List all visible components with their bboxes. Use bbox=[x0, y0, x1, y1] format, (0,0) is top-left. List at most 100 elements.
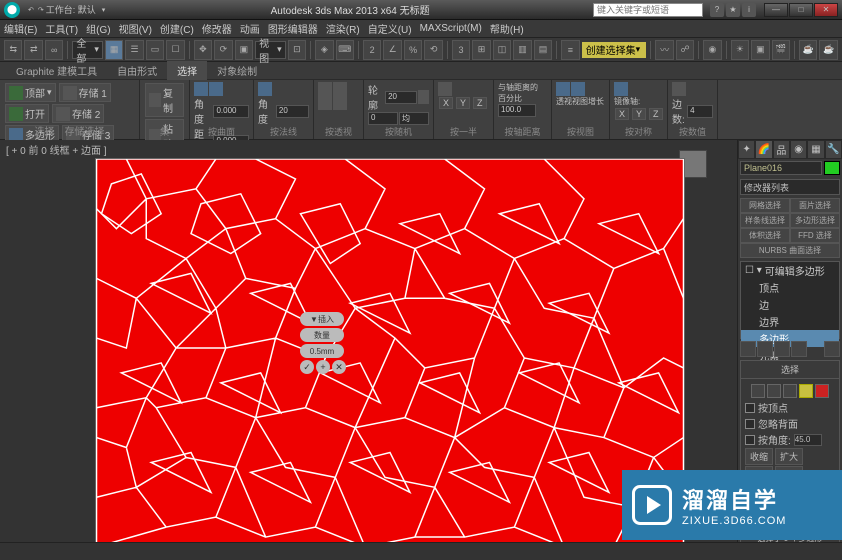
keymode-icon[interactable]: ⌨ bbox=[336, 40, 354, 60]
tab-motion-icon[interactable]: ◉ bbox=[790, 140, 807, 159]
by-angle-checkbox[interactable] bbox=[745, 435, 755, 445]
array-icon[interactable]: ▥ bbox=[513, 40, 531, 60]
snap3-icon[interactable]: 3 bbox=[452, 40, 470, 60]
caddy-cancel-icon[interactable]: ✕ bbox=[332, 360, 346, 374]
refcoord-combo[interactable]: 视图 ▾ bbox=[255, 41, 285, 59]
schematic-icon[interactable]: ☍ bbox=[676, 40, 694, 60]
menu-animation[interactable]: 动画 bbox=[240, 21, 260, 36]
copy-button[interactable]: 复制 bbox=[145, 83, 184, 117]
snap-angle-icon[interactable]: ∠ bbox=[383, 40, 401, 60]
menu-modifiers[interactable]: 修改器 bbox=[202, 21, 232, 36]
snap-spinner-icon[interactable]: ⟲ bbox=[424, 40, 442, 60]
configure-icon[interactable] bbox=[824, 341, 840, 357]
ignore-backfaces-checkbox[interactable] bbox=[745, 419, 755, 429]
unlink-icon[interactable]: ⇄ bbox=[24, 40, 42, 60]
caddy-mode[interactable]: 数量 bbox=[300, 328, 344, 342]
subobj-edge-icon[interactable] bbox=[767, 384, 781, 398]
subobj-polygon-icon[interactable] bbox=[799, 384, 813, 398]
align-icon[interactable]: ⊞ bbox=[472, 40, 490, 60]
norm-angle-spinner[interactable]: 20 bbox=[276, 105, 309, 118]
caddy-ok-icon[interactable]: ✓ bbox=[300, 360, 314, 374]
tab-selection[interactable]: 选择 bbox=[167, 61, 207, 80]
stack-editable-poly[interactable]: ☐ ▾ 可编辑多边形 bbox=[741, 262, 839, 279]
render-frame-icon[interactable]: ▣ bbox=[751, 40, 769, 60]
by-vertex-checkbox[interactable] bbox=[745, 403, 755, 413]
qa-redo-icon[interactable]: ↷ bbox=[38, 6, 44, 14]
tab-graphite[interactable]: Graphite 建模工具 bbox=[6, 61, 107, 80]
menu-custom[interactable]: 自定义(U) bbox=[368, 21, 412, 36]
mod-spline[interactable]: 样条线选择 bbox=[740, 213, 790, 228]
tab-modify-icon[interactable]: 🌈 bbox=[755, 140, 772, 159]
half-x[interactable]: X bbox=[439, 97, 453, 109]
tab-display-icon[interactable]: ▦ bbox=[807, 140, 824, 159]
stack-vertex[interactable]: 顶点 bbox=[741, 279, 839, 296]
rotate-icon[interactable]: ⟳ bbox=[214, 40, 232, 60]
subobj-element-icon[interactable] bbox=[815, 384, 829, 398]
mod-ffd[interactable]: FFD 选择 bbox=[790, 228, 840, 243]
caddy-label[interactable]: ▼插入 bbox=[300, 312, 344, 326]
menu-edit[interactable]: 编辑(E) bbox=[4, 21, 37, 36]
named-selection-combo[interactable]: 创建选择集 ▾ bbox=[582, 42, 647, 58]
curve-editor-icon[interactable]: 〰 bbox=[655, 40, 673, 60]
rand-spinner[interactable]: 20 bbox=[385, 91, 417, 104]
edges-spinner[interactable]: 4 bbox=[687, 105, 713, 118]
pin-stack-icon[interactable] bbox=[740, 341, 756, 357]
filter-combo[interactable]: 全部 ▾ bbox=[72, 41, 102, 59]
teapot-icon[interactable]: ☕ bbox=[799, 40, 817, 60]
viewport-caddy[interactable]: ▼插入 数量 0.5mm ✓ + ✕ bbox=[300, 310, 346, 374]
remove-mod-icon[interactable] bbox=[791, 341, 807, 357]
select-name-icon[interactable]: ☰ bbox=[125, 40, 143, 60]
sym-y[interactable]: Y bbox=[632, 108, 646, 120]
layers-icon[interactable]: ≡ bbox=[561, 40, 579, 60]
shrink-button[interactable]: 收缩 bbox=[745, 448, 773, 465]
help-icon[interactable]: ? bbox=[710, 3, 724, 17]
menu-create[interactable]: 创建(C) bbox=[160, 21, 194, 36]
window-crossing-icon[interactable]: ☐ bbox=[166, 40, 184, 60]
chevron-down-icon[interactable]: ▾ bbox=[102, 6, 106, 14]
caddy-apply-icon[interactable]: + bbox=[316, 360, 330, 374]
mod-patch[interactable]: 面片选择 bbox=[790, 198, 840, 213]
modifier-stack[interactable]: ☐ ▾ 可编辑多边形 顶点 边 边界 多边形 元素 bbox=[740, 261, 840, 339]
help-search-input[interactable] bbox=[593, 3, 703, 17]
mod-nurbs[interactable]: NURBS 曲面选择 bbox=[740, 243, 840, 258]
tab-utilities-icon[interactable]: 🔧 bbox=[825, 140, 842, 159]
subobj-border-icon[interactable] bbox=[783, 384, 797, 398]
half-y[interactable]: Y bbox=[456, 97, 470, 109]
maximize-button[interactable]: □ bbox=[789, 3, 813, 17]
half-z[interactable]: Z bbox=[473, 97, 487, 109]
object-name-field[interactable]: Plane016 bbox=[740, 161, 822, 175]
mod-vol[interactable]: 体积选择 bbox=[740, 228, 790, 243]
mirror-icon[interactable]: ◫ bbox=[493, 40, 511, 60]
store1-button[interactable]: 存储 1 bbox=[59, 83, 111, 102]
render-setup-icon[interactable]: ☀ bbox=[731, 40, 749, 60]
modifier-list-combo[interactable]: 修改器列表 bbox=[740, 179, 840, 195]
material-icon[interactable]: ◉ bbox=[703, 40, 721, 60]
angle-spinner[interactable]: 0.000 bbox=[213, 105, 249, 118]
mod-poly[interactable]: 多边形选择 bbox=[790, 213, 840, 228]
bind-icon[interactable]: ∞ bbox=[45, 40, 63, 60]
pivot-spinner[interactable]: 100.0 bbox=[498, 104, 536, 117]
move-icon[interactable]: ✥ bbox=[194, 40, 212, 60]
select-icon[interactable]: ▦ bbox=[105, 40, 123, 60]
render-prod-icon[interactable]: 🎬 bbox=[772, 40, 790, 60]
unique-icon[interactable] bbox=[774, 341, 790, 357]
menu-render[interactable]: 渲染(R) bbox=[326, 21, 360, 36]
pivot-icon[interactable]: ⊡ bbox=[288, 40, 306, 60]
open-button[interactable]: 打开 bbox=[5, 104, 49, 123]
menu-maxscript[interactable]: MAXScript(M) bbox=[420, 23, 482, 34]
viewport-canvas[interactable] bbox=[95, 158, 685, 548]
app-icon[interactable]: ⬤ bbox=[4, 2, 20, 18]
minimize-button[interactable]: — bbox=[764, 3, 788, 17]
info-icon[interactable]: i bbox=[742, 3, 756, 17]
workspace-label[interactable]: 工作台: 默认 bbox=[46, 3, 96, 16]
snap2d-icon[interactable]: 2 bbox=[363, 40, 381, 60]
caddy-value[interactable]: 0.5mm bbox=[300, 344, 344, 358]
store2-button[interactable]: 存储 2 bbox=[52, 104, 104, 123]
menu-tools[interactable]: 工具(T) bbox=[45, 21, 78, 36]
scale-icon[interactable]: ▣ bbox=[235, 40, 253, 60]
menu-help[interactable]: 帮助(H) bbox=[490, 21, 524, 36]
tab-freeform[interactable]: 自由形式 bbox=[107, 61, 167, 80]
rollout-selection-header[interactable]: 选择 bbox=[741, 361, 839, 379]
subobj-vertex-icon[interactable] bbox=[751, 384, 765, 398]
link-icon[interactable]: ⇆ bbox=[4, 40, 22, 60]
